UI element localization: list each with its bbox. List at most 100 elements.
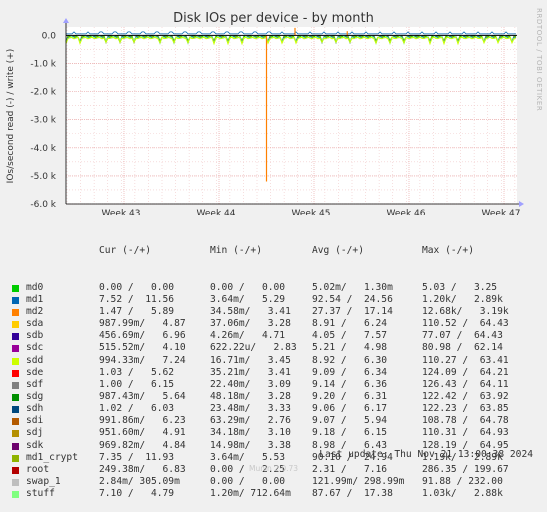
legend-swatch <box>12 381 19 389</box>
legend-cur-value: 7.10 / 4.79 <box>99 488 175 500</box>
legend-row: sdg 987.43m/ 5.64 48.18m/ 3.28 9.20 / 6.31 1… <box>12 391 509 403</box>
legend-row: sdi 991.86m/ 6.23 63.29m/ 2.76 9.07 / 5.94 1… <box>12 415 509 427</box>
legend-series-name: sdf <box>26 378 44 390</box>
legend-max-value: 124.09 / 64.21 <box>422 366 509 378</box>
legend-swatch <box>12 430 19 438</box>
legend-series-name: stuff <box>26 488 55 500</box>
legend-series-name: md1_crypt <box>26 451 78 463</box>
legend-max-value: 110.31 / 64.93 <box>422 427 509 439</box>
legend-max-value: 122.23 / 63.85 <box>422 403 509 415</box>
x-axis-arrow <box>519 201 524 207</box>
y-axis-label: IOs/second read (-) / write (+) <box>6 49 16 184</box>
legend-swatch <box>12 309 19 317</box>
legend-series-name: sde <box>26 366 44 378</box>
x-tick-label: Week 46 <box>387 209 426 215</box>
legend-series-name: md0 <box>26 281 44 293</box>
header-cur: Cur (-/+) <box>99 245 151 257</box>
legend-max-value: 110.52 / 64.43 <box>422 318 509 330</box>
legend-cur-value: 7.35 / 11.93 <box>99 451 175 463</box>
x-tick-label: Week 45 <box>292 209 331 215</box>
legend-series-name: sdb <box>26 330 44 342</box>
legend-row: sdj 951.60m/ 4.91 34.18m/ 3.10 9.18 / 6.15 1… <box>12 427 509 439</box>
legend-swatch <box>12 491 19 499</box>
legend-row: sdc 515.52m/ 4.10 622.22u/ 2.83 5.21 / 4.98… <box>12 342 503 354</box>
legend-row: sda 987.99m/ 4.87 37.06m/ 3.28 8.91 / 6.24 1… <box>12 318 509 330</box>
y-tick-label: -3.0 k <box>30 116 56 126</box>
legend-row: stuff 7.10 / 4.79 1.20m/ 712.64m 87.67 / 17… <box>12 488 503 500</box>
legend-max-value: 126.43 / 64.11 <box>422 378 509 390</box>
legend-cur-value: 991.86m/ 6.23 <box>99 415 186 427</box>
legend-row: sde 1.03 / 5.62 35.21m/ 3.41 9.09 / 6.34 124… <box>12 367 509 379</box>
last-update: Last update: Thu Nov 21 13:00:38 2024 <box>319 449 533 460</box>
legend-swatch <box>12 406 19 414</box>
legend-swatch <box>12 394 19 402</box>
legend-swatch <box>12 369 19 377</box>
legend-max-value: 77.07 / 64.43 <box>422 330 503 342</box>
legend-cur-value: 1.03 / 5.62 <box>99 366 175 378</box>
legend-cur-value: 951.60m/ 4.91 <box>99 427 186 439</box>
legend-cur-value: 456.69m/ 6.96 <box>99 330 186 342</box>
legend-row: md1 7.52 / 11.56 3.64m/ 5.29 92.54 / 24.56 1… <box>12 294 503 306</box>
legend-swatch <box>12 454 19 462</box>
legend-max-value: 12.68k/ 3.19k <box>422 306 509 318</box>
legend-cur-value: 994.33m/ 7.24 <box>99 354 186 366</box>
legend-max-value: 1.20k/ 2.89k <box>422 293 503 305</box>
legend-series-name: swap_1 <box>26 476 61 488</box>
legend-row: md0 0.00 / 0.00 0.00 / 0.00 5.02m/ 1.30m 5.0… <box>12 282 497 294</box>
legend-cur-value: 987.43m/ 5.64 <box>99 391 186 403</box>
legend-swatch <box>12 479 19 487</box>
legend-row: sdk 969.82m/ 4.84 14.98m/ 3.38 8.98 / 6.43 1… <box>12 440 509 452</box>
y-tick-label: -6.0 k <box>30 200 56 210</box>
legend-row: sdb 456.69m/ 6.96 4.26m/ 4.71 4.05 / 7.57 77… <box>12 330 503 342</box>
legend-cur-value: 969.82m/ 4.84 <box>99 439 186 451</box>
legend-cur-value: 7.52 / 11.56 <box>99 293 175 305</box>
legend-row: sdf 1.00 / 6.15 22.40m/ 3.09 9.14 / 6.36 126… <box>12 379 509 391</box>
legend-swatch <box>12 296 19 304</box>
legend-series-name: sdh <box>26 403 44 415</box>
legend-series-name: sdd <box>26 354 44 366</box>
legend-cur-value: 1.02 / 6.03 <box>99 403 175 415</box>
footer-version: Munin 2.0.73 <box>248 464 299 473</box>
legend-cur-value: 2.84m/ 305.09m <box>99 476 180 488</box>
x-tick-label: Week 44 <box>197 209 236 215</box>
legend-max-value: 1.03k/ 2.88k <box>422 488 503 500</box>
legend-row: sdd 994.33m/ 7.24 16.71m/ 3.45 8.92 / 6.30 1… <box>12 355 509 367</box>
legend-max-value: 91.88 / 232.00 <box>422 476 503 488</box>
legend-max-value: 122.42 / 63.92 <box>422 391 509 403</box>
legend-series-name: sda <box>26 318 44 330</box>
legend-cur-value: 515.52m/ 4.10 <box>99 342 186 354</box>
y-tick-label: -1.0 k <box>30 60 56 70</box>
legend-swatch <box>12 442 19 450</box>
x-tick-label: Week 43 <box>102 209 141 215</box>
legend-swatch <box>12 321 19 329</box>
legend-row: md2 1.47 / 5.89 34.58m/ 3.41 27.37 / 17.14 1… <box>12 306 509 318</box>
legend-swatch <box>12 284 19 292</box>
legend-series-name: sdk <box>26 439 44 451</box>
legend-max-value: 110.27 / 63.41 <box>422 354 509 366</box>
legend-cur-value: 0.00 / 0.00 <box>99 281 175 293</box>
legend-row: swap_1 2.84m/ 305.09m 0.00 / 0.00 121.99m/ … <box>12 476 503 488</box>
y-tick-label: -4.0 k <box>30 144 56 154</box>
x-tick-label: Week 47 <box>482 209 521 215</box>
legend-max-value: 5.03 / 3.25 <box>422 281 498 293</box>
legend-series-name: sdi <box>26 415 44 427</box>
y-axis-arrow <box>63 18 69 23</box>
legend-swatch <box>12 345 19 353</box>
legend-row: md1_crypt 7.35 / 11.93 3.64m/ 5.53 90.10 / … <box>12 452 503 464</box>
legend-swatch <box>12 357 19 365</box>
legend-swatch <box>12 333 19 341</box>
legend-swatch <box>12 418 19 426</box>
chart-plot: 0.0 -1.0 k -2.0 k -3.0 k -4.0 k -5.0 k -6.0 k W… <box>6 18 524 215</box>
legend-series-name: sdj <box>26 427 44 439</box>
header-max: Max (-/+) <box>422 245 474 257</box>
legend-series-name: sdc <box>26 342 44 354</box>
legend-cur-value: 1.00 / 6.15 <box>99 378 175 390</box>
y-tick-label: 0.0 <box>42 31 57 41</box>
legend-max-value: 80.98 / 62.14 <box>422 342 503 354</box>
y-tick-label: -5.0 k <box>30 172 56 182</box>
y-tick-label: -2.0 k <box>30 88 56 98</box>
legend-row: sdh 1.02 / 6.03 23.48m/ 3.33 9.06 / 6.17 122… <box>12 403 509 415</box>
plot-area <box>66 27 517 204</box>
legend-series-name: sdg <box>26 391 44 403</box>
legend-header: Cur (-/+) Min (-/+) Avg (-/+) Max (-/+) <box>12 245 474 257</box>
